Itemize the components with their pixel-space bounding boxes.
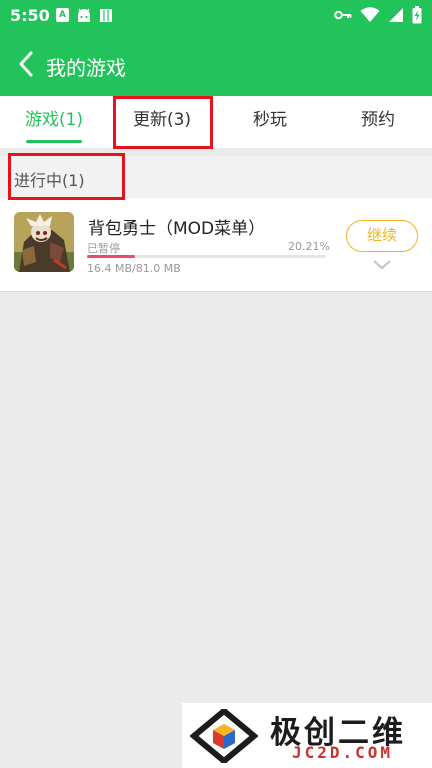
tab-updates-label: 更新(3) xyxy=(132,110,192,130)
app-bar: 我的游戏 xyxy=(0,32,432,96)
watermark: 极创二维 JC2D.COM xyxy=(182,703,432,768)
tab-instant-play[interactable]: 秒玩 xyxy=(216,96,324,148)
download-progress-bar xyxy=(87,255,326,258)
android-icon xyxy=(78,8,90,22)
watermark-en-text: JC2D.COM xyxy=(292,743,394,762)
signal-icon xyxy=(389,8,403,22)
status-bar: 5:50 A xyxy=(0,0,432,32)
jc2d-logo-icon xyxy=(190,709,258,763)
download-list-item[interactable]: 背包勇士（MOD菜单） 已暂停 20.21% 16.4 MB/81.0 MB 继… xyxy=(0,198,432,292)
section-in-progress-label: 进行中(1) xyxy=(14,171,85,190)
game-title: 背包勇士（MOD菜单） xyxy=(88,219,266,239)
key-icon xyxy=(334,10,352,20)
back-button[interactable] xyxy=(10,48,42,80)
game-icon xyxy=(14,212,74,272)
book-icon xyxy=(100,9,112,22)
a-app-icon: A xyxy=(56,8,69,22)
continue-button[interactable]: 继续 xyxy=(346,220,418,252)
status-left-icons: A xyxy=(56,8,113,23)
tab-bar: 游戏(1) 更新(3) 秒玩 预约 xyxy=(0,96,432,148)
expand-button[interactable] xyxy=(372,256,392,275)
tab-games-label: 游戏(1) xyxy=(24,110,84,130)
download-status: 已暂停 xyxy=(87,242,120,255)
status-time: 5:50 xyxy=(10,6,50,25)
tab-updates[interactable]: 更新(3) xyxy=(108,96,216,148)
page-title: 我的游戏 xyxy=(46,56,126,80)
tab-reservations-label: 预约 xyxy=(361,110,395,130)
download-percent: 20.21% xyxy=(288,240,330,253)
chevron-left-icon xyxy=(19,51,33,77)
status-right-icons xyxy=(334,6,422,24)
download-progress-fill xyxy=(87,255,136,258)
chevron-down-icon xyxy=(373,260,391,270)
battery-charging-icon xyxy=(412,6,422,24)
tab-reservations[interactable]: 预约 xyxy=(324,96,432,148)
wifi-icon xyxy=(360,7,380,22)
download-size: 16.4 MB/81.0 MB xyxy=(87,262,181,275)
tab-instant-play-label: 秒玩 xyxy=(253,110,287,130)
section-header: 进行中(1) xyxy=(0,156,432,198)
active-tab-indicator xyxy=(26,140,82,143)
